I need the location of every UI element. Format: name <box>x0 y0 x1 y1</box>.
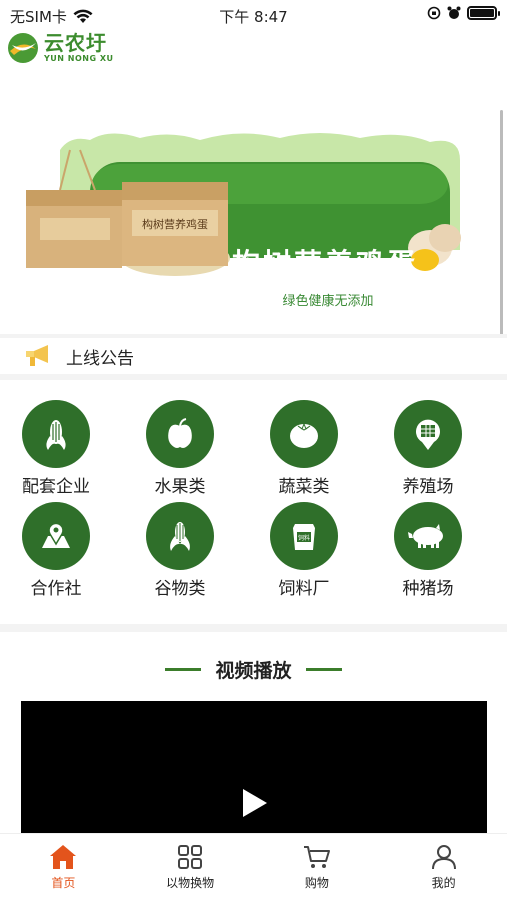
tab-home[interactable]: 首页 <box>0 834 127 900</box>
bottom-tab-bar: 首页 以物换物 购物 我的 <box>0 833 507 900</box>
category-fruit[interactable]: 水果类 <box>132 400 228 497</box>
feed-bag-label: 饲料 <box>298 534 310 542</box>
category-label: 合作社 <box>30 579 82 599</box>
scrollbar[interactable] <box>500 110 503 335</box>
user-icon <box>431 845 456 870</box>
category-label: 谷物类 <box>154 579 206 599</box>
alarm-icon <box>447 6 461 19</box>
category-supporting-enterprises[interactable]: 配套企业 <box>8 400 104 497</box>
tab-label: 以物换物 <box>166 876 215 890</box>
feed-bag-icon: 饲料 <box>293 524 315 550</box>
video-section-title: 视频播放 <box>215 659 292 682</box>
tomato-icon <box>290 422 318 448</box>
megaphone-icon <box>26 345 48 366</box>
category-icon-circle <box>270 400 338 468</box>
category-breeding-farm[interactable]: 养殖场 <box>380 400 476 497</box>
banner-subtitle: 绿色健康无添加 <box>263 290 393 314</box>
category-label: 种猪场 <box>402 579 454 599</box>
location-icon <box>42 522 70 548</box>
logo-name-en: YUN NONG XU <box>44 54 114 63</box>
banner-title: 构树营养鸡蛋 <box>232 247 419 280</box>
category-breeding-pig-farm[interactable]: 种猪场 <box>380 502 476 599</box>
home-icon <box>50 845 77 869</box>
category-label: 养殖场 <box>402 477 454 497</box>
category-icon-circle <box>146 502 214 570</box>
tab-label: 购物 <box>304 876 329 890</box>
logo-mark-icon <box>8 33 38 63</box>
category-icon-circle <box>22 502 90 570</box>
tab-mine[interactable]: 我的 <box>380 834 507 900</box>
category-icon-circle: 饲料 <box>270 502 338 570</box>
apple-icon <box>168 418 192 448</box>
battery-icon <box>467 6 500 20</box>
grid-icon <box>178 845 203 869</box>
category-icon-circle <box>394 400 462 468</box>
pig-icon <box>408 524 443 548</box>
box-label: 构树营养鸡蛋 <box>142 217 208 231</box>
status-bar: 无SIM卡 下午 8:47 <box>0 0 507 30</box>
title-decoration-line <box>305 667 342 671</box>
status-icons <box>427 6 500 20</box>
category-icon-circle <box>146 400 214 468</box>
category-icon-circle <box>394 502 462 570</box>
play-icon[interactable] <box>243 789 267 817</box>
category-cooperative[interactable]: 合作社 <box>8 502 104 599</box>
tab-barter[interactable]: 以物换物 <box>127 834 254 900</box>
category-grains[interactable]: 谷物类 <box>132 502 228 599</box>
corn-icon <box>46 420 66 450</box>
tab-shopping[interactable]: 购物 <box>254 834 381 900</box>
category-label: 饲料厂 <box>278 579 330 599</box>
app-logo: 云农圩 YUN NONG XU <box>6 30 113 66</box>
grain-icon <box>170 522 190 551</box>
orientation-lock-icon <box>427 6 441 20</box>
category-feed-factory[interactable]: 饲料 饲料厂 <box>256 502 352 599</box>
video-section-header: 视频播放 <box>0 654 507 684</box>
category-icon-circle <box>22 400 90 468</box>
cart-icon <box>303 846 330 868</box>
tab-label: 我的 <box>431 876 456 890</box>
category-vegetables[interactable]: 蔬菜类 <box>256 400 352 497</box>
category-label: 配套企业 <box>22 477 90 497</box>
title-decoration-line <box>165 667 202 671</box>
category-label: 蔬菜类 <box>278 477 330 497</box>
video-player[interactable] <box>21 701 487 833</box>
divider <box>0 624 507 632</box>
divider <box>0 374 507 380</box>
banner-carousel[interactable]: 构树营养鸡蛋 构树营养鸡蛋 绿色健康无添加 <box>0 70 507 335</box>
logo-name-cn: 云农圩 <box>44 31 107 55</box>
announcement-text: 上线公告 <box>66 348 134 369</box>
farm-map-icon <box>416 419 440 450</box>
tab-label: 首页 <box>51 876 76 890</box>
announcement-bar[interactable]: 上线公告 <box>0 338 507 374</box>
category-label: 水果类 <box>154 477 206 497</box>
